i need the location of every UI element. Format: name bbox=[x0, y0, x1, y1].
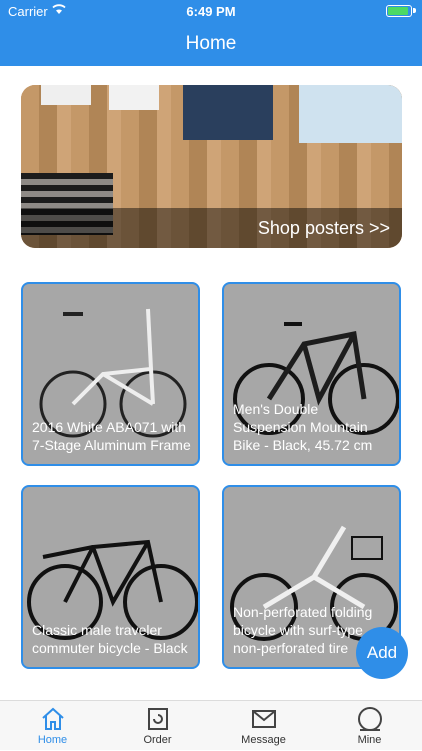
poster-3 bbox=[183, 85, 273, 140]
tab-label: Home bbox=[37, 734, 68, 746]
product-card[interactable]: 2016 White ABA071 with 7-Stage Aluminum … bbox=[21, 282, 200, 466]
mail-icon bbox=[251, 710, 276, 728]
order-icon bbox=[147, 708, 168, 730]
status-bar: Carrier 6:49 PM bbox=[0, 0, 422, 22]
product-title: 2016 White ABA071 with 7-Stage Aluminum … bbox=[32, 419, 191, 453]
battery-tip bbox=[413, 8, 416, 13]
tab-home[interactable]: Home bbox=[0, 701, 105, 751]
product-title: Classic male traveler commuter bicycle -… bbox=[32, 622, 188, 656]
poster-1 bbox=[41, 85, 91, 105]
poster-2 bbox=[109, 85, 159, 110]
battery-icon bbox=[386, 5, 412, 17]
tab-label: Mine bbox=[357, 734, 382, 746]
home-icon bbox=[41, 707, 64, 730]
tab-label: Order bbox=[143, 734, 172, 746]
tab-bar: Home Order Message Mine bbox=[0, 700, 422, 750]
shop-posters-link[interactable]: Shop posters >> bbox=[258, 218, 390, 239]
tab-order[interactable]: Order bbox=[105, 701, 210, 751]
user-icon bbox=[357, 707, 382, 731]
nav-title: Home bbox=[0, 22, 422, 66]
product-card[interactable]: Men's Double Suspension Mountain Bike - … bbox=[222, 282, 401, 466]
poster-4 bbox=[299, 85, 402, 143]
product-card[interactable]: Classic male traveler commuter bicycle -… bbox=[21, 485, 200, 669]
tab-label: Message bbox=[241, 734, 286, 746]
clock: 6:49 PM bbox=[186, 4, 236, 19]
add-button[interactable]: Add bbox=[356, 627, 408, 679]
product-title: Men's Double Suspension Mountain Bike - … bbox=[233, 401, 373, 453]
tab-message[interactable]: Message bbox=[211, 701, 316, 751]
banner[interactable]: Shop posters >> bbox=[21, 85, 402, 248]
tab-mine[interactable]: Mine bbox=[317, 701, 422, 751]
